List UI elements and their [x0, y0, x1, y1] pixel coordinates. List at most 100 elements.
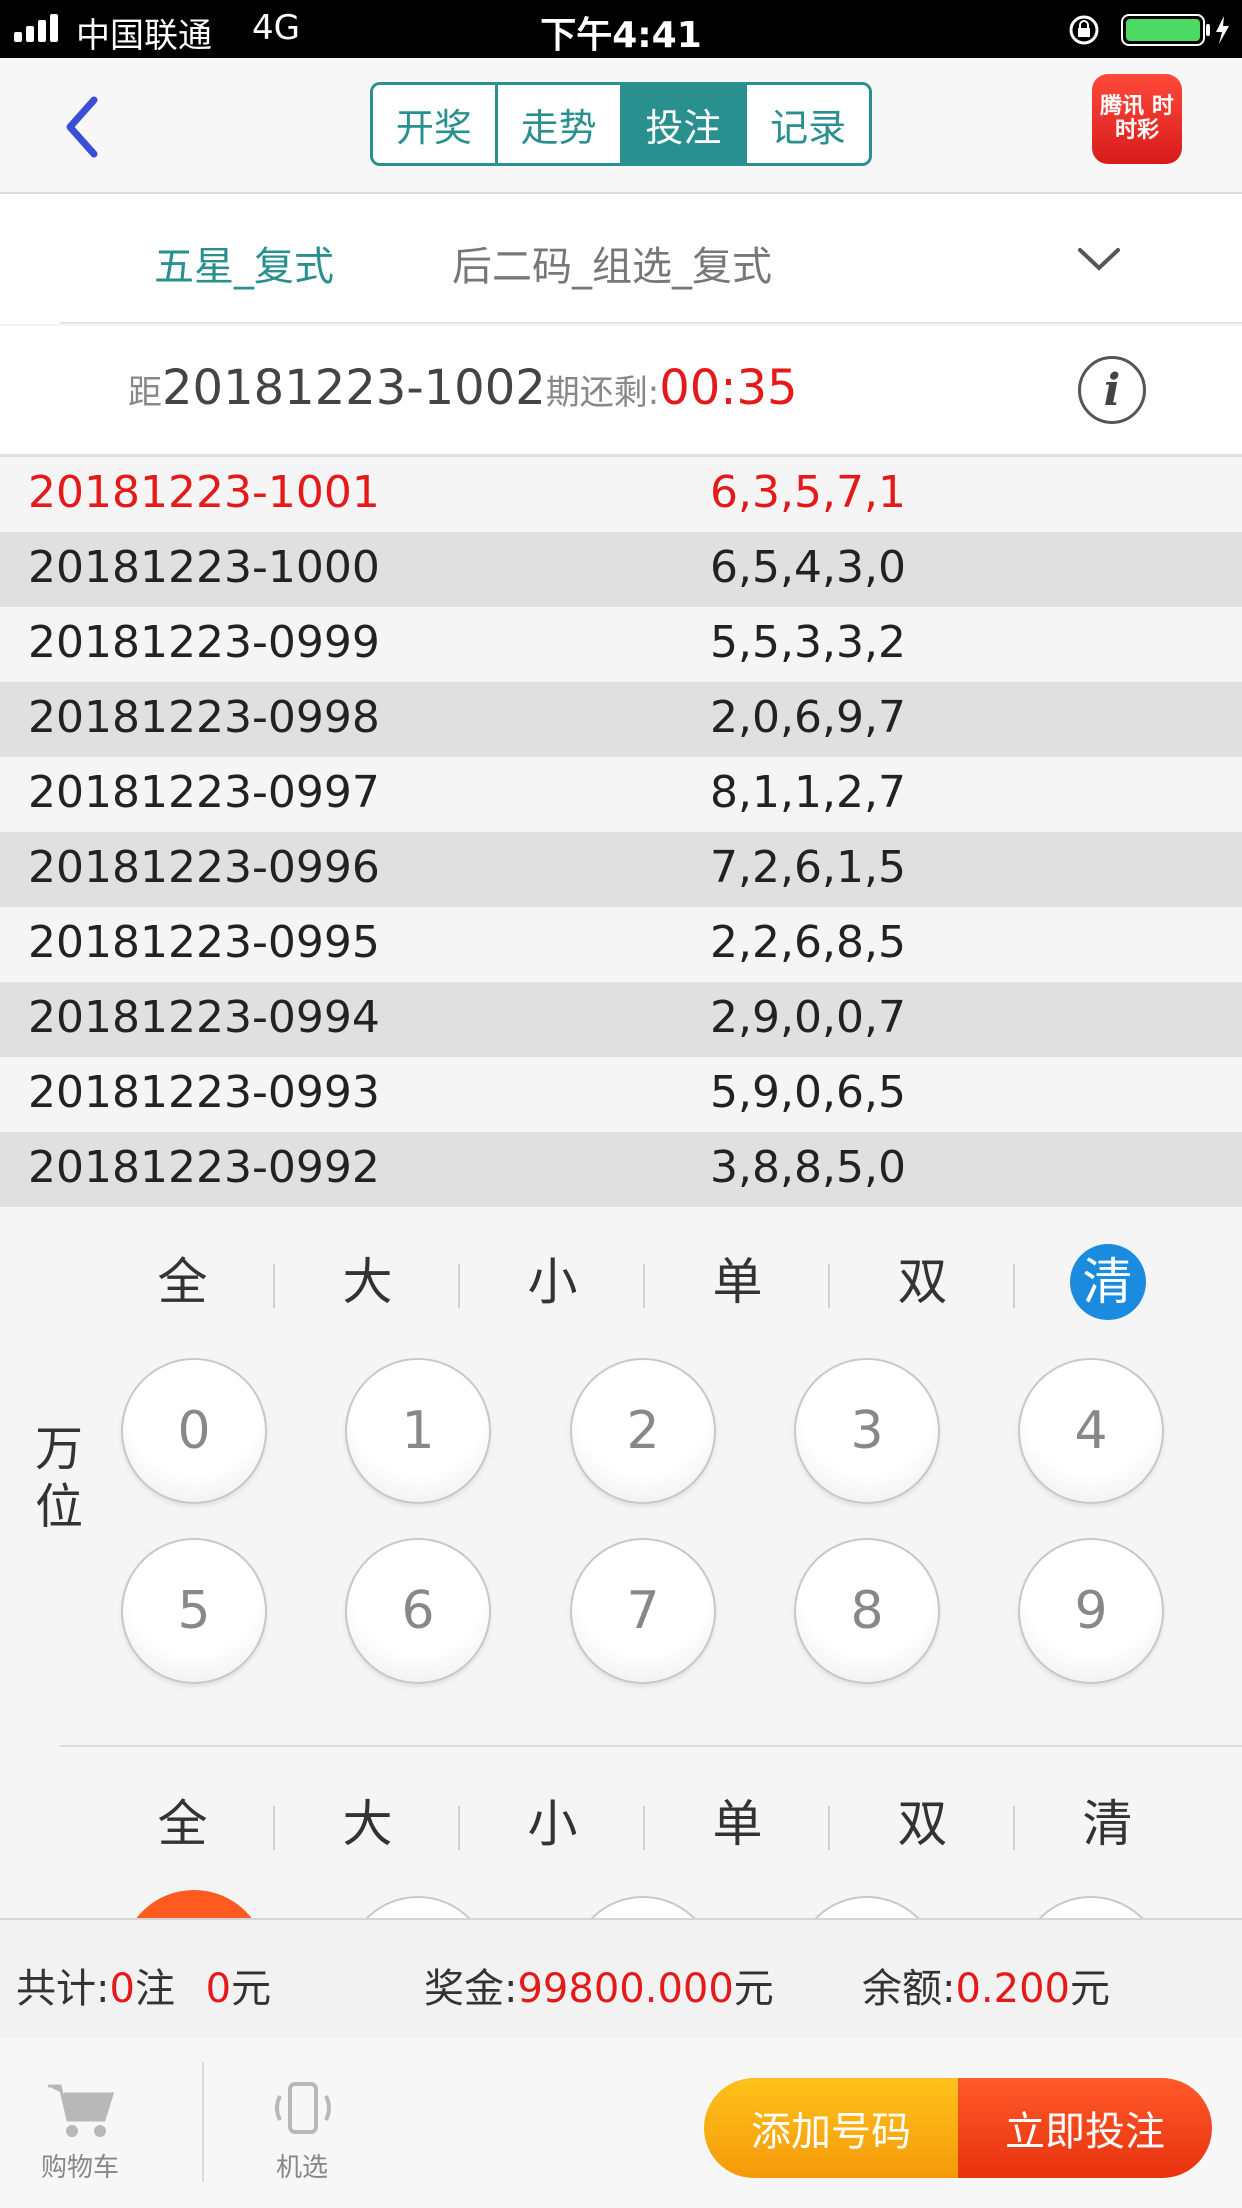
bet-summary: 共计:0注 0元 奖金:99800.000元 余额:0.200元 — [0, 1918, 1242, 2040]
prize-label: 奖金: — [424, 1966, 518, 2012]
number-ball-7[interactable]: 7 — [570, 1538, 716, 1684]
balance-unit: 元 — [1070, 1966, 1110, 2012]
countdown-text: 距20181223-1002期还剩:00:35 — [128, 360, 798, 416]
status-bar: 中国联通 4G 下午4:41 — [0, 0, 1242, 58]
count-unit: 注 — [134, 1966, 175, 2012]
quick-filter-bar: 全 大 小 单 双 清 — [90, 1784, 1242, 1864]
draw-history: 20181223-1001 6,3,5,7,1 20181223-1000 6,… — [0, 457, 1242, 1207]
play-selector[interactable]: 五星_复式 后二码_组选_复式 — [0, 194, 1242, 324]
history-row: 20181223-1000 6,5,4,3,0 — [0, 532, 1242, 607]
history-issue: 20181223-1001 — [28, 467, 380, 518]
play-primary[interactable]: 五星_复式 — [154, 234, 334, 292]
random-label: 机选 — [275, 2153, 328, 2183]
divider — [202, 2062, 204, 2182]
number-ball-6[interactable]: 6 — [345, 1538, 491, 1684]
filter-even[interactable]: 双 — [830, 1784, 1015, 1864]
number-ball[interactable] — [1018, 1896, 1164, 1918]
history-numbers: 3,8,8,5,0 — [710, 1142, 906, 1193]
cart-button[interactable]: 购物车 — [30, 2078, 130, 2184]
filter-odd[interactable]: 单 — [645, 1242, 830, 1322]
history-row: 20181223-0999 5,5,3,3,2 — [0, 607, 1242, 682]
segmented-tabs: 开奖 走势 投注 记录 — [370, 82, 872, 166]
prize-value: 99800.000 — [517, 1966, 734, 2012]
history-issue: 20181223-0994 — [28, 992, 380, 1043]
countdown-middle: 期还剩: — [545, 373, 660, 413]
number-ball[interactable] — [570, 1896, 716, 1918]
battery-icon — [1121, 14, 1229, 46]
back-icon[interactable] — [62, 96, 102, 158]
tab-record[interactable]: 记录 — [747, 85, 869, 163]
history-numbers: 6,3,5,7,1 — [710, 467, 906, 518]
number-ball-2[interactable]: 2 — [570, 1358, 716, 1504]
history-row: 20181223-0997 8,1,1,2,7 — [0, 757, 1242, 832]
number-ball-5[interactable]: 5 — [121, 1538, 267, 1684]
amount-value: 0 — [205, 1966, 232, 2012]
play-secondary[interactable]: 后二码_组选_复式 — [452, 234, 772, 292]
history-numbers: 5,9,0,6,5 — [710, 1067, 906, 1118]
filter-all[interactable]: 全 — [90, 1784, 275, 1864]
countdown-remaining: 00:35 — [659, 360, 798, 416]
history-numbers: 6,5,4,3,0 — [710, 542, 906, 593]
tab-draw[interactable]: 开奖 — [373, 85, 498, 163]
number-ball[interactable] — [794, 1896, 940, 1918]
chevron-down-icon[interactable] — [1076, 246, 1122, 274]
filter-even[interactable]: 双 — [830, 1242, 1015, 1322]
section-divider — [60, 1745, 1242, 1747]
number-ball[interactable] — [345, 1896, 491, 1918]
bet-count: 共计:0注 0元 — [16, 1956, 271, 2014]
countdown-bar: 距20181223-1002期还剩:00:35 i — [0, 326, 1242, 457]
history-numbers: 2,2,6,8,5 — [710, 917, 906, 968]
number-ball-0[interactable]: 0 — [121, 1358, 267, 1504]
clock: 下午4:41 — [540, 15, 702, 56]
number-ball-3[interactable]: 3 — [794, 1358, 940, 1504]
history-row: 20181223-0992 3,8,8,5,0 — [0, 1132, 1242, 1207]
filter-big[interactable]: 大 — [275, 1784, 460, 1864]
filter-small[interactable]: 小 — [460, 1784, 645, 1864]
bet-now-button[interactable]: 立即投注 — [958, 2078, 1212, 2178]
count-label: 共计: — [16, 1966, 110, 2012]
amount-unit: 元 — [231, 1966, 272, 2012]
logo-text: 腾讯 时时彩 — [1100, 94, 1174, 143]
filter-clear[interactable]: 清 — [1015, 1242, 1200, 1322]
number-ball-1[interactable]: 1 — [345, 1358, 491, 1504]
history-numbers: 2,0,6,9,7 — [710, 692, 906, 743]
history-row: 20181223-0996 7,2,6,1,5 — [0, 832, 1242, 907]
filter-clear[interactable]: 清 — [1015, 1784, 1200, 1864]
filter-all[interactable]: 全 — [90, 1242, 275, 1322]
position-label: 万位 — [34, 1421, 83, 1535]
prize: 奖金:99800.000元 — [424, 1956, 774, 2014]
history-issue: 20181223-0995 — [28, 917, 380, 968]
history-numbers: 5,5,3,3,2 — [710, 617, 906, 668]
number-ball-selected[interactable] — [121, 1890, 267, 1918]
history-issue: 20181223-0998 — [28, 692, 380, 743]
number-ball-8[interactable]: 8 — [794, 1538, 940, 1684]
filter-small[interactable]: 小 — [460, 1242, 645, 1322]
history-row: 20181223-0998 2,0,6,9,7 — [0, 682, 1242, 757]
quick-filter-bar: 全 大 小 单 双 清 — [90, 1242, 1242, 1322]
history-issue: 20181223-0993 — [28, 1067, 380, 1118]
history-issue: 20181223-0992 — [28, 1142, 380, 1193]
info-icon[interactable]: i — [1078, 356, 1146, 424]
balance: 余额:0.200元 — [862, 1956, 1110, 2014]
app-logo[interactable]: 腾讯 时时彩 — [1092, 74, 1182, 164]
tab-trend[interactable]: 走势 — [497, 85, 623, 163]
add-number-button[interactable]: 添加号码 — [704, 2078, 958, 2178]
history-issue: 20181223-0996 — [28, 842, 380, 893]
filter-big[interactable]: 大 — [275, 1242, 460, 1322]
filter-clear-label: 清 — [1069, 1244, 1146, 1320]
bottom-bar: 购物车 机选 添加号码 立即投注 — [0, 2038, 1242, 2208]
divider — [60, 322, 1242, 324]
tab-bet[interactable]: 投注 — [622, 85, 748, 163]
number-ball-4[interactable]: 4 — [1018, 1358, 1164, 1504]
filter-odd[interactable]: 单 — [645, 1784, 830, 1864]
rotation-lock-icon — [1069, 15, 1099, 45]
countdown-issue: 20181223-1002 — [162, 360, 546, 416]
random-pick-button[interactable]: 机选 — [252, 2080, 352, 2184]
history-issue: 20181223-1000 — [28, 542, 380, 593]
history-numbers: 2,9,0,0,7 — [710, 992, 906, 1043]
number-ball-9[interactable]: 9 — [1018, 1538, 1164, 1684]
history-row: 20181223-0994 2,9,0,0,7 — [0, 982, 1242, 1057]
countdown-prefix: 距 — [128, 373, 162, 413]
count-value: 0 — [109, 1966, 135, 2012]
cart-label: 购物车 — [40, 2153, 119, 2183]
